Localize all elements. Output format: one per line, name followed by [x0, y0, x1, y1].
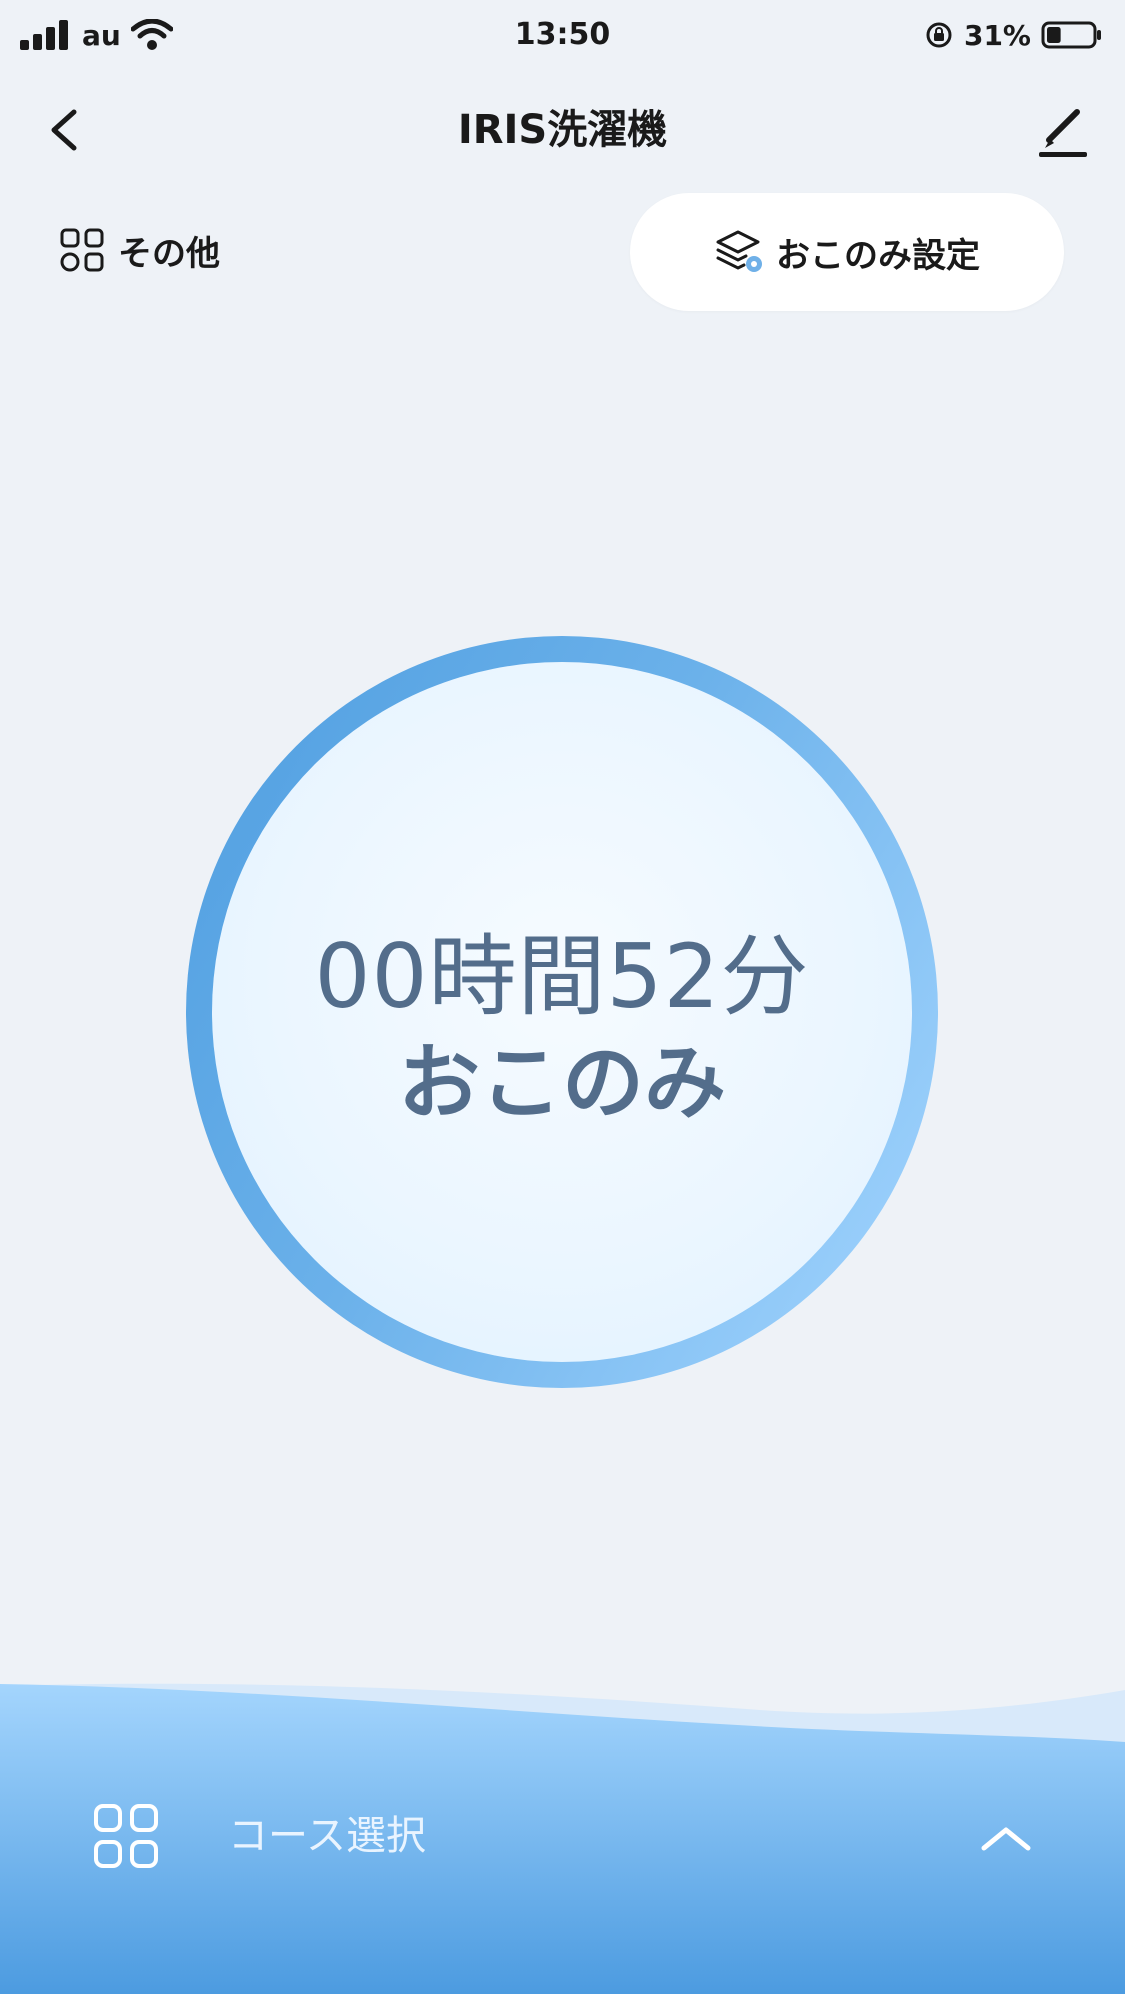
rotation-lock-icon	[926, 22, 952, 48]
battery-percent: 31%	[963, 18, 1031, 52]
timer-ring: 00時間52分 おこのみ	[186, 636, 938, 1388]
layers-gear-icon	[716, 230, 762, 272]
page-title: IRIS洗濯機	[457, 107, 668, 153]
other-button[interactable]: その他	[58, 220, 220, 280]
grid-icon	[60, 228, 104, 272]
battery-icon	[1041, 21, 1101, 49]
bottom-wave-panel	[0, 1683, 1125, 1994]
expand-panel-button[interactable]	[976, 1818, 1036, 1858]
grid-icon	[94, 1804, 158, 1868]
course-select-button[interactable]	[92, 1802, 160, 1870]
edit-button[interactable]	[1031, 96, 1095, 160]
other-label: その他	[118, 233, 220, 274]
remaining-time: 00時間52分	[314, 925, 810, 1028]
back-button[interactable]	[40, 100, 96, 160]
preference-settings-button[interactable]: おこのみ設定	[630, 193, 1064, 311]
status-right: 31%	[924, 14, 1103, 56]
edit-icon	[1039, 109, 1087, 157]
status-bar: au 13:50 31%	[0, 0, 1125, 70]
course-select-label[interactable]: コース選択	[228, 1806, 426, 1866]
preference-settings-label: おこのみ設定	[776, 235, 980, 276]
chevron-up-icon	[981, 1827, 1031, 1851]
course-mode: おこのみ	[397, 1036, 726, 1131]
back-icon	[51, 109, 77, 151]
